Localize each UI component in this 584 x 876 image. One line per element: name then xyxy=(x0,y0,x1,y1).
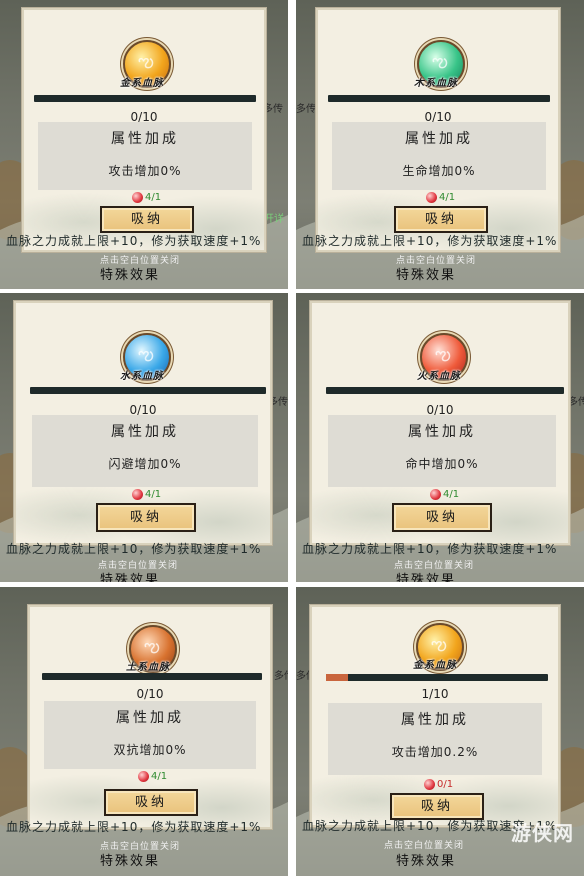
cost-indicator: 4/1 xyxy=(426,192,455,204)
screenshot-cell: 多传 开详 ఌ 金系血脉 0/10 属性加成 攻击增加0% 4/1 吸纳 血脉之… xyxy=(0,0,288,289)
side-text-more: 多传 xyxy=(296,104,316,115)
progress-text: 0/10 xyxy=(136,687,164,701)
attribute-title: 属性加成 xyxy=(408,424,476,440)
orb-label: 水系血脉 xyxy=(120,371,164,382)
cost-indicator: 4/1 xyxy=(138,771,167,783)
site-watermark: 游侠网 xyxy=(511,821,574,845)
attribute-box: 属性加成 攻击增加0% xyxy=(38,122,252,190)
attribute-title: 属性加成 xyxy=(405,131,473,147)
orb-label: 金系血脉 xyxy=(120,78,164,89)
progress-text: 1/10 xyxy=(421,687,449,701)
attribute-box: 属性加成 双抗增加0% xyxy=(44,701,256,769)
cost-text: 4/1 xyxy=(145,489,162,500)
side-text-detail: 开详 xyxy=(264,214,284,225)
cost-text: 4/1 xyxy=(151,771,168,782)
special-effects-title: 特殊效果 xyxy=(100,268,161,283)
attribute-effect: 攻击增加0.2% xyxy=(391,745,479,759)
absorb-button[interactable]: 吸纳 xyxy=(96,503,196,532)
screenshot-cell: 多传 ఌ 土系血脉 0/10 属性加成 双抗增加0% 4/1 吸纳 血脉之力成就… xyxy=(0,587,288,876)
pearl-icon xyxy=(426,192,437,203)
bloodline-popup: ఌ 火系血脉 0/10 属性加成 命中增加0% 4/1 吸纳 xyxy=(310,301,570,545)
cost-text: 4/1 xyxy=(439,192,456,203)
cost-indicator: 4/1 xyxy=(132,192,161,204)
special-effects-title: 特殊效果 xyxy=(100,573,161,582)
orb-label: 木系血脉 xyxy=(414,78,458,89)
progress-bar xyxy=(34,95,256,102)
special-effects-title: 特殊效果 xyxy=(396,573,457,582)
pearl-icon xyxy=(424,779,435,790)
attribute-effect: 生命增加0% xyxy=(402,164,476,178)
cost-indicator: 0/1 xyxy=(424,779,453,791)
attribute-title: 属性加成 xyxy=(111,131,179,147)
side-text-more: 多传 xyxy=(568,397,584,408)
bloodline-bonus-text: 血脉之力成就上限+10，修为获取速度+1% xyxy=(6,542,262,556)
attribute-effect: 攻击增加0% xyxy=(108,164,182,178)
attribute-title: 属性加成 xyxy=(401,712,469,728)
cost-text: 4/1 xyxy=(443,489,460,500)
absorb-button[interactable]: 吸纳 xyxy=(394,206,488,233)
progress-bar xyxy=(326,674,548,681)
bloodline-bonus-text: 血脉之力成就上限+10，修为获取速度+1% xyxy=(302,542,558,556)
cost-indicator: 4/1 xyxy=(430,489,459,501)
attribute-box: 属性加成 命中增加0% xyxy=(328,415,556,487)
pearl-icon xyxy=(132,489,143,500)
absorb-button[interactable]: 吸纳 xyxy=(390,793,484,820)
bloodline-bonus-text: 血脉之力成就上限+10，修为获取速度+1% xyxy=(302,234,558,248)
bloodline-popup: ఌ 水系血脉 0/10 属性加成 闪避增加0% 4/1 吸纳 xyxy=(14,301,272,545)
attribute-box: 属性加成 攻击增加0.2% xyxy=(328,703,542,775)
attribute-box: 属性加成 闪避增加0% xyxy=(32,415,258,487)
absorb-button[interactable]: 吸纳 xyxy=(100,206,194,233)
attribute-effect: 双抗增加0% xyxy=(113,743,187,757)
special-effects-title: 特殊效果 xyxy=(396,854,457,869)
bloodline-popup: ఌ 金系血脉 1/10 属性加成 攻击增加0.2% 0/1 吸纳 xyxy=(310,605,560,827)
attribute-effect: 闪避增加0% xyxy=(108,457,182,471)
progress-bar-fill xyxy=(326,674,349,681)
pearl-icon xyxy=(138,771,149,782)
orb-label: 金系血脉 xyxy=(413,660,457,671)
attribute-title: 属性加成 xyxy=(116,710,184,726)
bloodline-bonus-text: 血脉之力成就上限+10，修为获取速度+1% xyxy=(6,820,262,834)
orb-label: 土系血脉 xyxy=(126,662,170,673)
cost-text: 0/1 xyxy=(437,779,454,790)
bloodline-popup: ఌ 木系血脉 0/10 属性加成 生命增加0% 4/1 吸纳 xyxy=(316,8,560,252)
attribute-box: 属性加成 生命增加0% xyxy=(332,122,546,190)
side-text-more: 多传 xyxy=(263,104,283,115)
side-text-more: 多传 xyxy=(274,671,288,682)
progress-bar xyxy=(42,673,262,680)
progress-bar xyxy=(326,387,564,394)
progress-bar xyxy=(30,387,266,394)
bloodline-popup: ఌ 金系血脉 0/10 属性加成 攻击增加0% 4/1 吸纳 xyxy=(22,8,266,252)
orb-label: 火系血脉 xyxy=(417,371,461,382)
absorb-button[interactable]: 吸纳 xyxy=(104,789,198,816)
screenshot-cell: 多传 ఌ 木系血脉 0/10 属性加成 生命增加0% 4/1 吸纳 血脉之力成就… xyxy=(296,0,584,289)
screenshot-cell: 多传 ఌ 水系血脉 0/10 属性加成 闪避增加0% 4/1 吸纳 血脉之力成就… xyxy=(0,293,288,582)
special-effects-title: 特殊效果 xyxy=(396,268,457,283)
special-effects-title: 特殊效果 xyxy=(100,854,161,869)
bloodline-bonus-text: 血脉之力成就上限+10，修为获取速度+1% xyxy=(6,234,262,248)
absorb-button[interactable]: 吸纳 xyxy=(392,503,492,532)
cost-indicator: 4/1 xyxy=(132,489,161,501)
pearl-icon xyxy=(430,489,441,500)
attribute-effect: 命中增加0% xyxy=(405,457,479,471)
screenshot-cell: 多传 ఌ 火系血脉 0/10 属性加成 命中增加0% 4/1 吸纳 血脉之力成就… xyxy=(296,293,584,582)
screenshot-cell: 多传 ఌ 金系血脉 1/10 属性加成 攻击增加0.2% 0/1 吸纳 血脉之力… xyxy=(296,587,584,876)
progress-bar xyxy=(328,95,550,102)
cost-text: 4/1 xyxy=(145,192,162,203)
pearl-icon xyxy=(132,192,143,203)
bloodline-popup: ఌ 土系血脉 0/10 属性加成 双抗增加0% 4/1 吸纳 xyxy=(28,605,272,829)
attribute-title: 属性加成 xyxy=(111,424,179,440)
